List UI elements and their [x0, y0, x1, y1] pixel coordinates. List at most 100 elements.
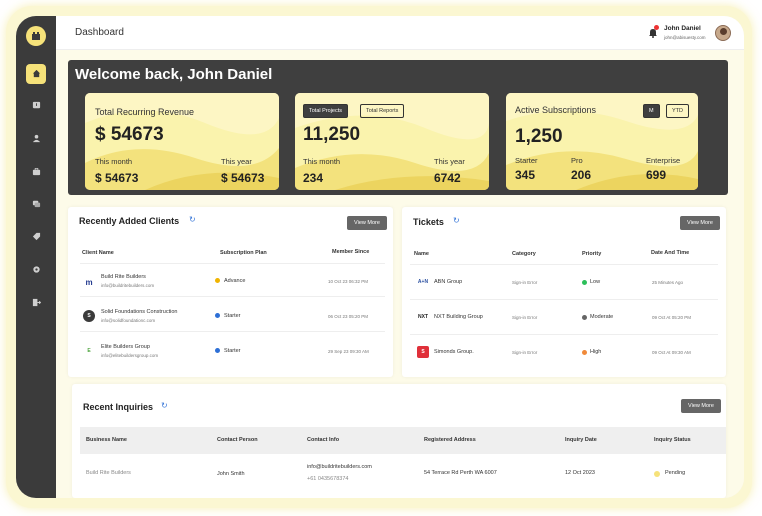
sidebar-item-projects[interactable]: [26, 162, 46, 182]
revenue-month-label: This month: [95, 157, 133, 166]
column-header: Name: [414, 251, 429, 257]
subscriptions-card: Active Subscriptions M YTD 1,250 Starter…: [506, 93, 698, 190]
revenue-value: $ 54673: [95, 124, 164, 145]
revenue-label: Total Recurring Revenue: [95, 107, 195, 117]
plan-name: Starter: [224, 348, 241, 354]
column-header: Category: [512, 251, 536, 257]
subscriptions-label: Active Subscriptions: [515, 105, 597, 115]
sidebar-item-users[interactable]: [26, 129, 46, 149]
client-logo-icon: E: [87, 348, 91, 354]
client-name: Elite Builders Group: [101, 344, 150, 350]
column-header: Priority: [582, 251, 602, 257]
ticket-priority: High: [590, 349, 602, 355]
divider: [80, 296, 385, 297]
ticket-name: NXT Building Group: [434, 314, 483, 320]
ticket-category: Sign-in Error: [512, 350, 538, 355]
panel-title: Tickets: [413, 217, 444, 227]
sidebar: [16, 16, 56, 498]
registered-address: 54 Terrace Rd Perth WA 6007: [424, 470, 497, 476]
plan-dot: [215, 278, 220, 283]
toggle-ytd[interactable]: YTD: [666, 104, 689, 118]
pro-value: 206: [571, 168, 592, 182]
column-header: Date And Time: [651, 250, 690, 256]
divider: [80, 263, 385, 264]
client-name: Build Rite Builders: [101, 274, 146, 280]
view-more-button[interactable]: View More: [681, 399, 721, 413]
user-email: john@abisuesty.com: [664, 35, 706, 40]
ticket-logo-icon: A+N: [417, 279, 429, 285]
welcome-banner: Welcome back, John Daniel Total Recurrin…: [68, 60, 728, 195]
sidebar-item-home[interactable]: [26, 64, 46, 84]
revenue-month-value: $ 54673: [95, 171, 139, 185]
tab-total-reports[interactable]: Total Reports: [360, 104, 405, 118]
client-name: Solid Foundations Construction: [101, 309, 178, 315]
status-dot: [654, 471, 660, 477]
sidebar-item-messages[interactable]: [26, 194, 46, 214]
column-header: Contact Person: [217, 437, 258, 443]
projects-month-label: This month: [303, 157, 341, 166]
sidebar-item-settings[interactable]: [26, 260, 46, 280]
column-header: Contact Info: [307, 437, 340, 443]
logo-icon[interactable]: [26, 26, 46, 46]
pro-label: Pro: [571, 156, 583, 165]
user-icon: [32, 130, 41, 148]
member-since: 06 Oct 23 05:20 PM: [328, 314, 369, 319]
divider: [410, 299, 718, 300]
welcome-title: Welcome back, John Daniel: [75, 66, 273, 83]
recent-inquiries-panel: Recent Inquiries ↻ View More Business Na…: [72, 384, 726, 498]
column-header: Inquiry Status: [654, 437, 691, 443]
briefcase-icon: [32, 163, 41, 181]
status-badge: Pending: [665, 470, 686, 476]
column-header: Registered Address: [424, 437, 476, 443]
inquiry-date: 12 Oct 2023: [565, 470, 595, 476]
revenue-year-value: $ 54673: [221, 171, 265, 185]
top-bar: Dashboard John Daniel john@abisuesty.com: [56, 16, 744, 50]
tab-total-projects[interactable]: Total Projects: [303, 104, 349, 118]
projects-value: 11,250: [303, 124, 361, 145]
divider: [80, 331, 385, 332]
notification-dot: [654, 25, 659, 30]
contact-person: John Smith: [217, 471, 245, 477]
ticket-logo-icon: S: [417, 346, 429, 358]
page-title: Dashboard: [75, 27, 124, 38]
client-email: info@buildritebuilders.com: [101, 283, 155, 288]
revenue-card: Total Recurring Revenue $ 54673 This mon…: [85, 93, 279, 190]
client-email: info@elitebuildersgroup.com: [101, 353, 159, 358]
tag-icon: [32, 228, 41, 246]
avatar[interactable]: [715, 25, 731, 41]
main-content: Welcome back, John Daniel Total Recurrin…: [56, 50, 744, 498]
toggle-month[interactable]: M: [643, 104, 660, 118]
ticket-logo-icon: NXT: [418, 314, 428, 320]
client-email: info@solidfoundationc.com: [101, 318, 156, 323]
starter-label: Starter: [515, 156, 538, 165]
member-since: 10 Oct 23 06:32 PM: [328, 279, 369, 284]
priority-dot: [582, 350, 587, 355]
home-icon: [32, 65, 41, 83]
plan-name: Advance: [224, 278, 246, 284]
sidebar-item-reports[interactable]: [26, 96, 46, 116]
sidebar-item-tags[interactable]: [26, 227, 46, 247]
ticket-date: 09 Oct At 09:30 AM: [652, 350, 691, 355]
enterprise-label: Enterprise: [646, 156, 681, 165]
contact-phone: +61 0435678374: [307, 476, 349, 482]
view-more-button[interactable]: View More: [347, 216, 387, 230]
logout-icon: [32, 294, 41, 312]
divider: [410, 264, 718, 265]
view-more-button[interactable]: View More: [680, 216, 720, 230]
gear-icon: [32, 261, 41, 279]
member-since: 29 Sep 23 09:30 AM: [328, 349, 369, 354]
ticket-name: Simonds Group.: [434, 349, 474, 355]
refresh-icon[interactable]: ↻: [453, 216, 460, 225]
refresh-icon[interactable]: ↻: [189, 215, 196, 224]
contact-email: info@buildritebuilders.com: [307, 464, 372, 470]
projects-month-value: 234: [303, 171, 324, 185]
refresh-icon[interactable]: ↻: [161, 401, 168, 410]
subscriptions-value: 1,250: [515, 126, 563, 147]
column-header: Client Name: [82, 250, 114, 256]
column-header: Inquiry Date: [565, 437, 597, 443]
client-logo-icon: S: [83, 310, 95, 322]
tickets-panel: Tickets ↻ View More Name Category Priori…: [402, 207, 726, 377]
ticket-priority: Low: [590, 279, 601, 285]
sidebar-item-logout[interactable]: [26, 293, 46, 313]
ticket-date: 25 Minutes Ago: [652, 280, 684, 285]
